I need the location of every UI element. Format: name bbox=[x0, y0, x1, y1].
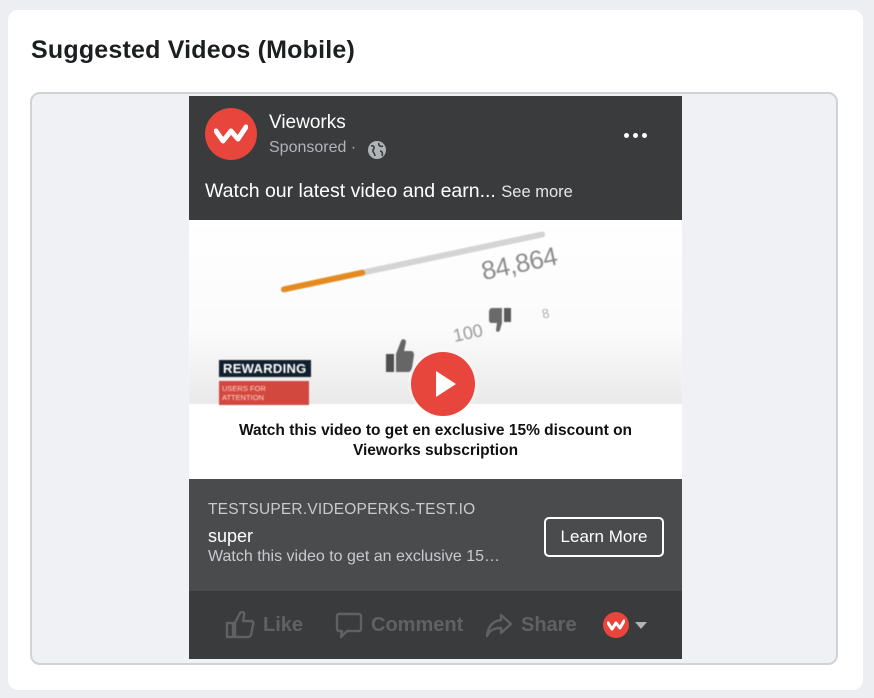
comment-button[interactable]: Comment bbox=[335, 611, 463, 639]
share-icon bbox=[485, 613, 513, 638]
post-actions: Like Comment Share bbox=[189, 591, 682, 659]
progress-fill bbox=[280, 269, 367, 293]
vieworks-logo-icon bbox=[214, 124, 248, 144]
video-thumbnail[interactable]: 84,864 8 100 REWARDING USERS FOR ATTENTI… bbox=[189, 220, 682, 479]
post-caption: Watch our latest video and earn... See m… bbox=[205, 180, 573, 203]
section-title: Suggested Videos (Mobile) bbox=[31, 36, 356, 64]
mobile-preview-frame: Vieworks Sponsored · Watch our latest vi… bbox=[30, 92, 838, 665]
page-name[interactable]: Vieworks bbox=[269, 112, 346, 134]
separator-dot: · bbox=[350, 139, 357, 156]
chevron-down-icon bbox=[635, 621, 647, 629]
comment-icon bbox=[335, 612, 363, 639]
post-header: Vieworks Sponsored · Watch our latest vi… bbox=[189, 96, 682, 220]
dislike-count: 8 bbox=[540, 305, 551, 322]
sponsored-label: Sponsored · bbox=[269, 139, 356, 157]
like-icon bbox=[225, 611, 255, 639]
learn-more-button[interactable]: Learn More bbox=[544, 517, 664, 557]
vieworks-logo-icon bbox=[603, 612, 629, 638]
suggested-videos-card: Suggested Videos (Mobile) Vieworks Spons… bbox=[8, 10, 863, 690]
caption-text: Watch our latest video and earn... bbox=[205, 180, 496, 202]
play-icon[interactable] bbox=[411, 352, 475, 416]
share-button[interactable]: Share bbox=[485, 611, 577, 639]
link-domain: TESTSUPER.VIDEOPERKS-TEST.IO bbox=[208, 501, 476, 518]
badge-title: REWARDING bbox=[219, 360, 311, 377]
comment-label: Comment bbox=[371, 613, 464, 636]
page-switcher[interactable] bbox=[603, 612, 647, 638]
more-options-icon[interactable] bbox=[619, 124, 653, 146]
page-avatar[interactable] bbox=[205, 108, 257, 160]
ad-headline: super bbox=[208, 526, 254, 546]
like-button[interactable]: Like bbox=[225, 611, 303, 639]
badge-subtitle: USERS FOR ATTENTION bbox=[219, 381, 309, 405]
ad-post-preview: Vieworks Sponsored · Watch our latest vi… bbox=[189, 96, 682, 659]
like-label: Like bbox=[263, 613, 304, 636]
sponsored-text: Sponsored bbox=[269, 139, 347, 156]
globe-icon bbox=[368, 141, 386, 159]
like-count: 100 bbox=[451, 320, 485, 346]
video-overlay-text: Watch this video to get en exclusive 15%… bbox=[238, 422, 633, 459]
ad-description: Watch this video to get an exclusive 15… bbox=[208, 548, 500, 565]
see-more-link[interactable]: See more bbox=[501, 183, 573, 201]
thumbs-up-icon bbox=[386, 339, 414, 372]
call-to-action-bar[interactable]: TESTSUPER.VIDEOPERKS-TEST.IO super Watch… bbox=[189, 479, 682, 591]
thumbs-down-icon bbox=[489, 308, 511, 332]
share-label: Share bbox=[521, 613, 577, 636]
